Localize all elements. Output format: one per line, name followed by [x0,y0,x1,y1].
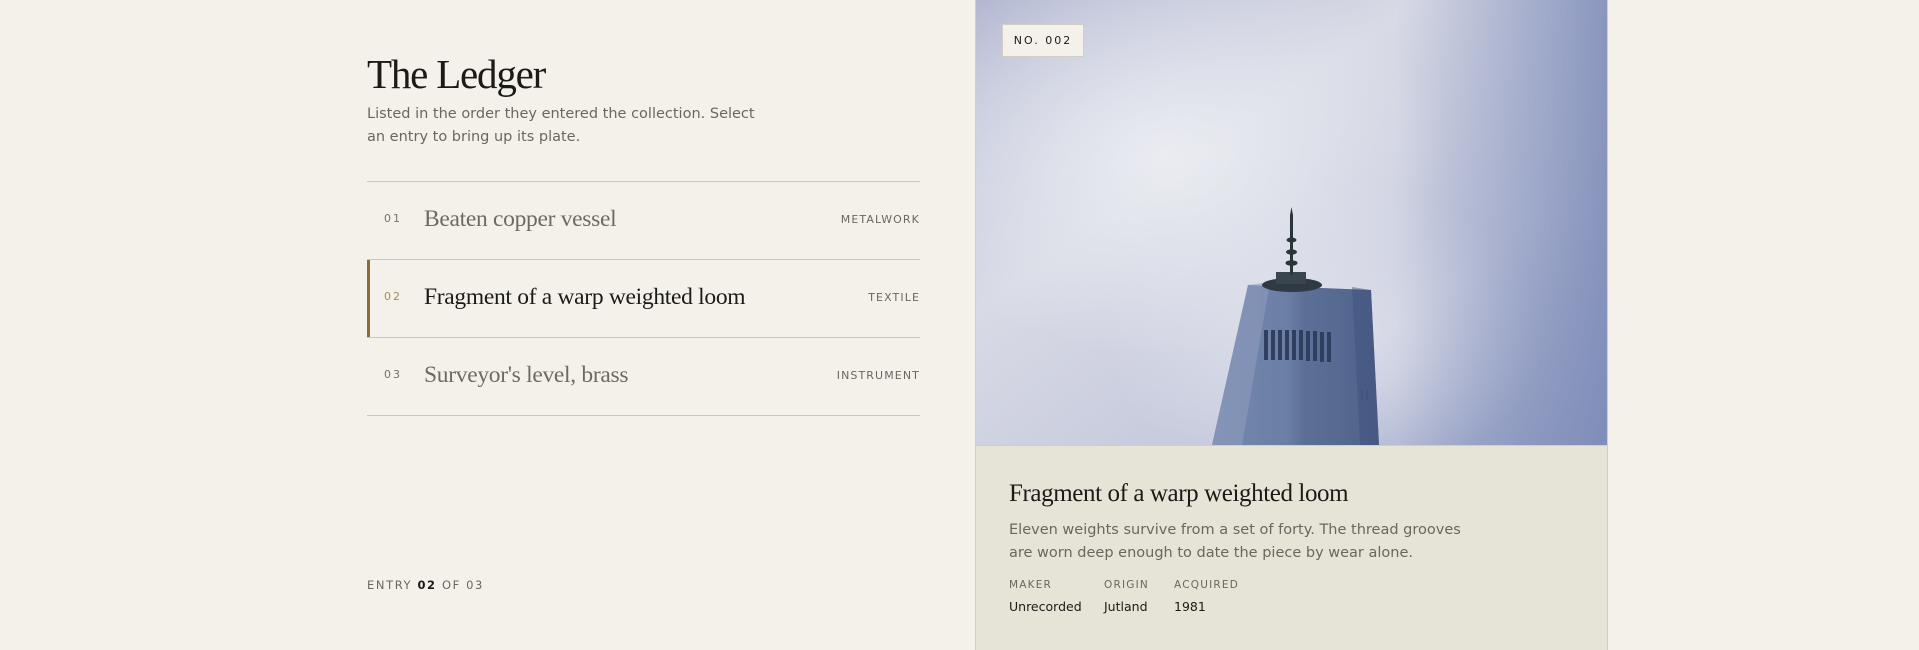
page: The Ledger Listed in the order they ente… [0,0,1919,650]
detail-panel: Fragment of a warp weighted loom Eleven … [976,445,1607,650]
detail-description: Eleven weights survive from a set of for… [1009,522,1461,561]
entry-name: Fragment of a warp weighted loom [424,284,746,310]
meta-label: ORIGIN [1104,579,1149,591]
plate-panel: NO. 002 Fragment of a warp weighted loom… [975,0,1608,650]
entry-counter-current: 02 [417,578,437,592]
meta-value: 1981 [1174,599,1206,614]
entry-name: Beaten copper vessel [424,206,617,232]
meta-label: ACQUIRED [1174,579,1239,591]
meta-acquired: ACQUIRED 1981 [1174,579,1239,614]
list-item-entry-01[interactable]: 01 Beaten copper vessel METALWORK [367,182,920,260]
entry-number: 03 [384,368,402,381]
plate-number-badge: NO. 002 [1002,24,1084,57]
entry-number: 01 [384,212,402,225]
meta-origin: ORIGIN Jutland [1104,579,1149,614]
entry-category: TEXTILE [868,291,920,304]
meta-value: Jutland [1104,599,1148,614]
skyscraper-photo [976,0,1607,445]
entry-list: 01 Beaten copper vessel METALWORK 02 Fra… [367,181,920,416]
ledger-panel: The Ledger Listed in the order they ente… [367,0,920,650]
entry-counter-total: 03 [466,578,484,592]
detail-title: Fragment of a warp weighted loom [1009,480,1349,507]
page-title: The Ledger [367,51,546,97]
entry-category: METALWORK [840,213,920,226]
entry-name: Surveyor's level, brass [424,362,629,388]
list-item-entry-03[interactable]: 03 Surveyor's level, brass INSTRUMENT [367,338,920,416]
entry-category: INSTRUMENT [836,369,920,382]
entry-counter-separator: OF [441,578,461,592]
plate-image: NO. 002 [976,0,1607,445]
meta-maker: MAKER Unrecorded [1009,579,1082,614]
entry-counter: ENTRY 02 OF 03 [367,578,484,592]
entry-number: 02 [384,290,402,303]
meta-label: MAKER [1009,579,1053,591]
entry-counter-prefix: ENTRY [367,578,413,592]
list-item-entry-02[interactable]: 02 Fragment of a warp weighted loom TEXT… [367,260,920,338]
page-subtitle: Listed in the order they entered the col… [367,106,755,145]
meta-value: Unrecorded [1009,599,1082,614]
